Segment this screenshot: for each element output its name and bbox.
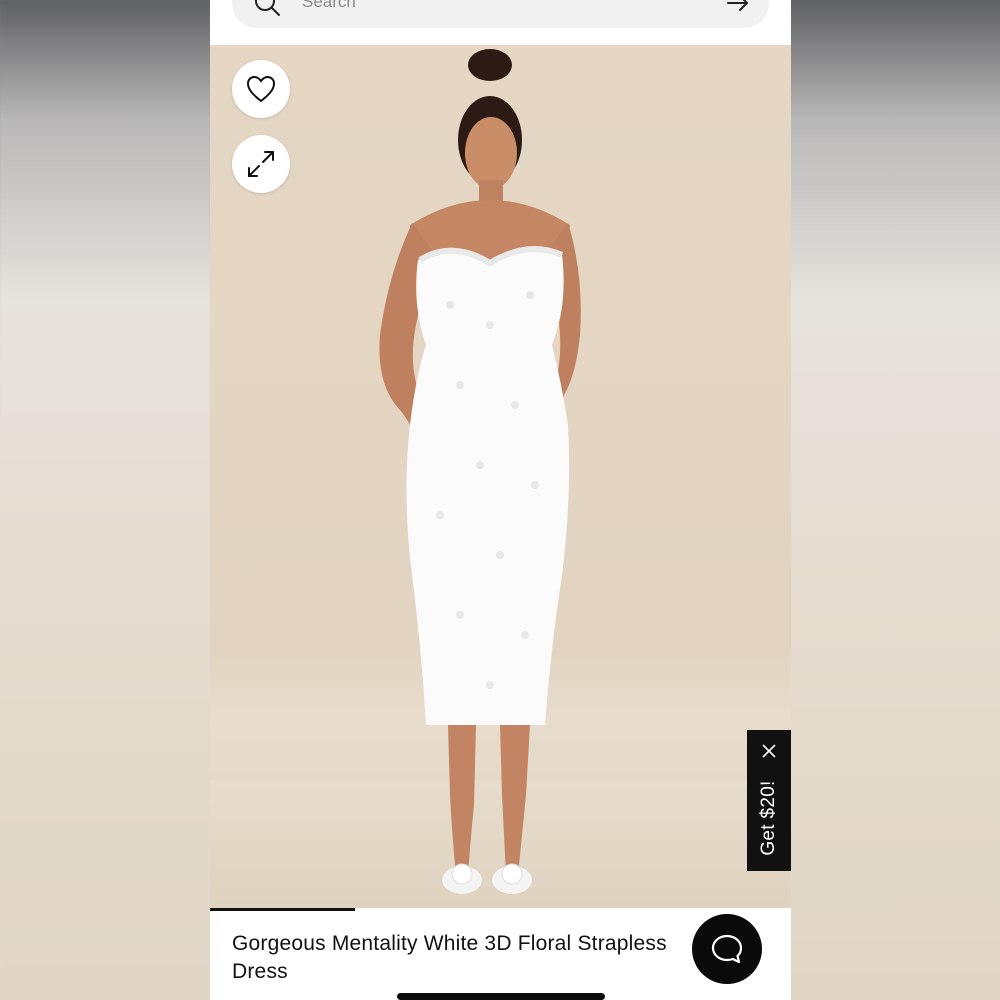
favorite-button[interactable] bbox=[232, 60, 290, 118]
search-icon bbox=[255, 0, 280, 16]
search-placeholder: Search bbox=[302, 0, 356, 11]
home-indicator[interactable] bbox=[397, 993, 605, 1000]
heart-outline-icon bbox=[246, 75, 276, 103]
promo-tab[interactable]: Get $20! bbox=[747, 730, 791, 871]
chat-bubble-icon bbox=[711, 934, 743, 964]
background-blur-right bbox=[791, 0, 1000, 1000]
chat-button[interactable] bbox=[692, 914, 762, 984]
close-icon[interactable] bbox=[761, 743, 777, 759]
image-carousel-progress bbox=[210, 908, 791, 911]
promo-label[interactable]: Get $20! bbox=[758, 780, 780, 855]
phone-screen: Search Get $20! Gorgeous Mentality White… bbox=[210, 0, 791, 1000]
product-title: Gorgeous Mentality White 3D Floral Strap… bbox=[232, 932, 667, 983]
image-carousel-progress-fill bbox=[210, 908, 356, 911]
expand-image-button[interactable] bbox=[232, 135, 290, 193]
model-in-dress-illustration bbox=[379, 49, 581, 894]
product-image[interactable]: Get $20! bbox=[210, 45, 791, 910]
search-bar[interactable]: Search bbox=[232, 0, 769, 28]
arrow-right-icon[interactable] bbox=[725, 0, 751, 16]
background-blur-left bbox=[0, 0, 210, 1000]
expand-arrows-icon bbox=[248, 151, 274, 177]
